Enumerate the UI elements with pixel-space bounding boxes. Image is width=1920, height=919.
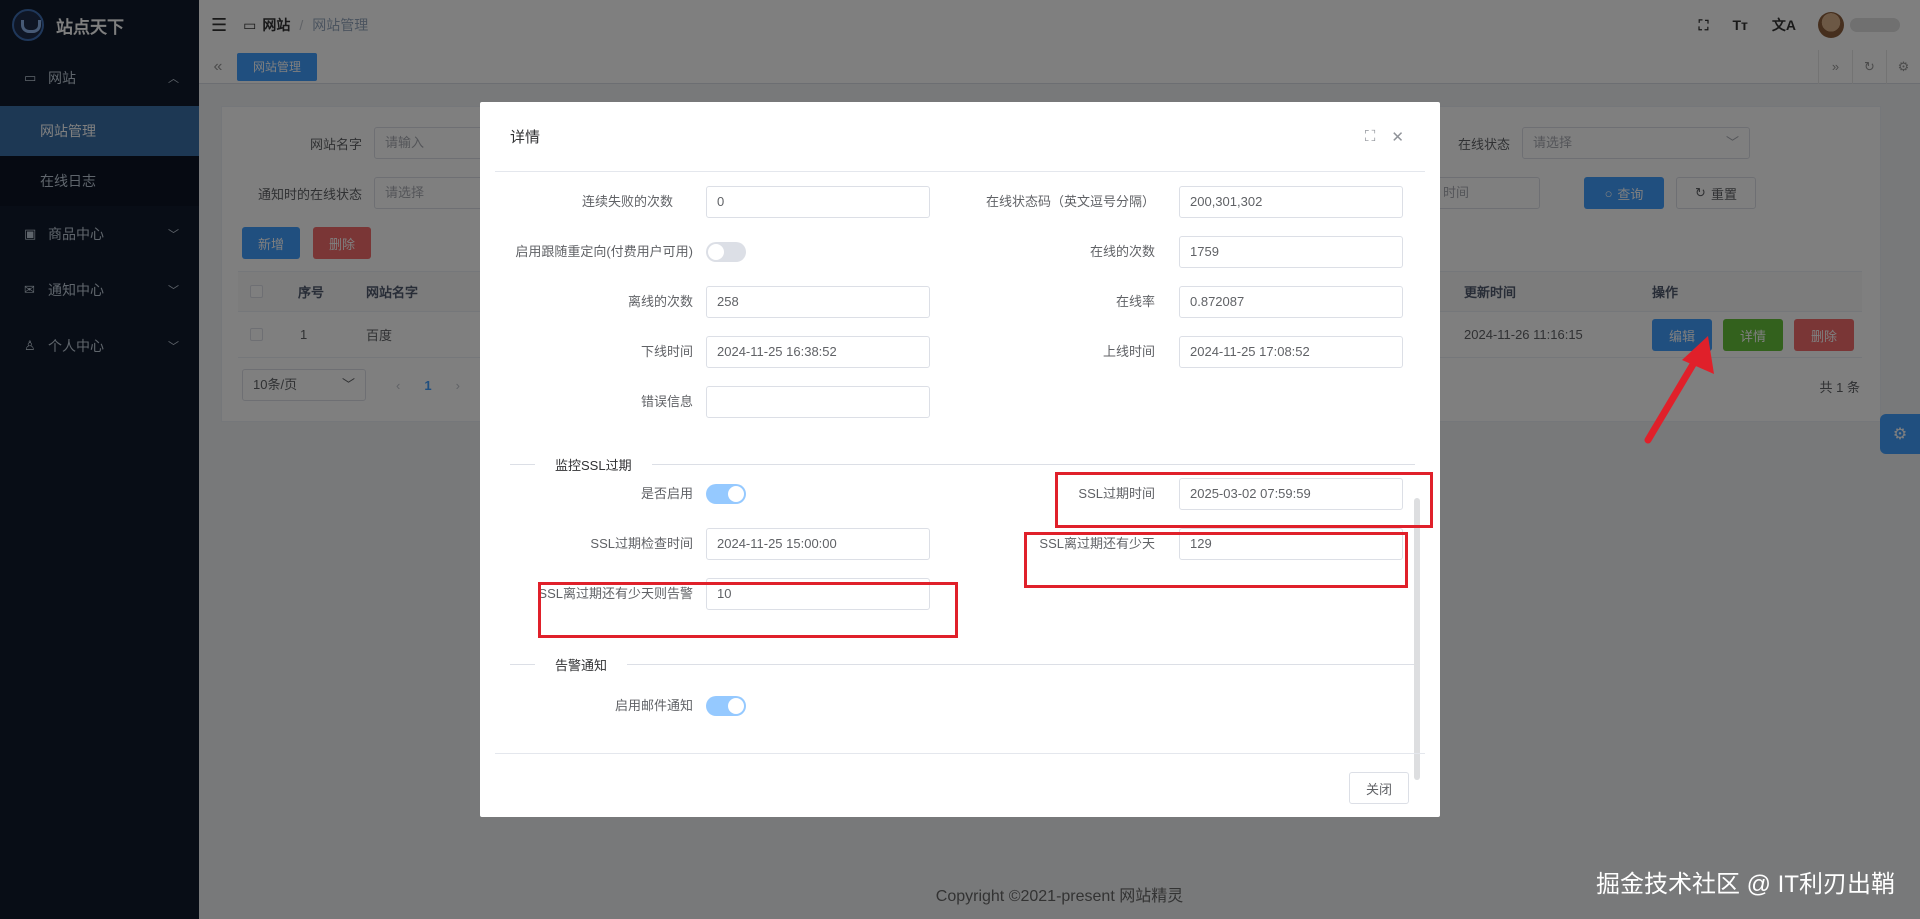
- status-codes-input[interactable]: 200,301,302: [1179, 186, 1403, 218]
- field-label: 错误信息: [640, 394, 693, 409]
- button-label: 关闭: [1365, 781, 1392, 797]
- dialog-title: 详情: [510, 129, 541, 146]
- ssl-enabled-switch[interactable]: [706, 484, 746, 504]
- dialog-body: 连续失败的次数 0 在线状态码（英文逗号分隔） 200,301,302 启用跟随…: [495, 172, 1425, 754]
- fullscreen-icon[interactable]: ⛶: [1365, 128, 1376, 146]
- dialog-header-actions: ⛶ ✕: [1365, 128, 1404, 146]
- field-label: 上线时间: [1102, 344, 1155, 359]
- highlight-box-alert-days: [538, 582, 958, 638]
- close-button[interactable]: 关闭: [1349, 772, 1409, 804]
- dialog-footer: 关闭: [495, 753, 1425, 817]
- field-label: SSL过期检查时间: [590, 536, 693, 551]
- close-icon[interactable]: ✕: [1391, 128, 1404, 146]
- highlight-box-expire-time: [1055, 472, 1433, 528]
- online-rate-input[interactable]: 0.872087: [1179, 286, 1403, 318]
- dialog-header: 详情: [495, 102, 1425, 172]
- section-title-alert: 告警通知: [535, 655, 628, 674]
- email-notify-switch[interactable]: [706, 696, 746, 716]
- offline-count-input[interactable]: 258: [706, 286, 930, 318]
- ssl-check-time-input[interactable]: 2024-11-25 15:00:00: [706, 528, 930, 560]
- field-label: 在线率: [1115, 294, 1155, 309]
- online-count-input[interactable]: 1759: [1179, 236, 1403, 268]
- highlight-box-days-left: [1024, 532, 1408, 588]
- error-message-input[interactable]: [706, 386, 930, 418]
- watermark: 掘金技术社区 @ IT利刃出鞘: [1595, 871, 1895, 898]
- field-label: 在线状态码（英文逗号分隔）: [985, 194, 1155, 209]
- dialog-scrollbar[interactable]: [1414, 498, 1420, 780]
- field-label: 启用邮件通知: [614, 698, 693, 713]
- offline-time-input[interactable]: 2024-11-25 16:38:52: [706, 336, 930, 368]
- field-label: 下线时间: [640, 344, 693, 359]
- field-label: 启用跟随重定向(付费用户可用): [515, 244, 693, 259]
- annotation-arrow: [1644, 336, 1714, 444]
- field-label: 离线的次数: [627, 294, 693, 309]
- online-time-input[interactable]: 2024-11-25 17:08:52: [1179, 336, 1403, 368]
- field-label: 在线的次数: [1089, 244, 1155, 259]
- field-label: 连续失败的次数: [581, 194, 673, 209]
- section-title-ssl: 监控SSL过期: [535, 455, 652, 474]
- detail-dialog: 详情 ⛶ ✕ 连续失败的次数 0 在线状态码（英文逗号分隔） 200,301,3…: [480, 102, 1440, 817]
- field-label: 是否启用: [640, 486, 693, 501]
- divider: [510, 664, 1415, 665]
- fail-count-input[interactable]: 0: [706, 186, 930, 218]
- follow-redirect-switch[interactable]: [706, 242, 746, 262]
